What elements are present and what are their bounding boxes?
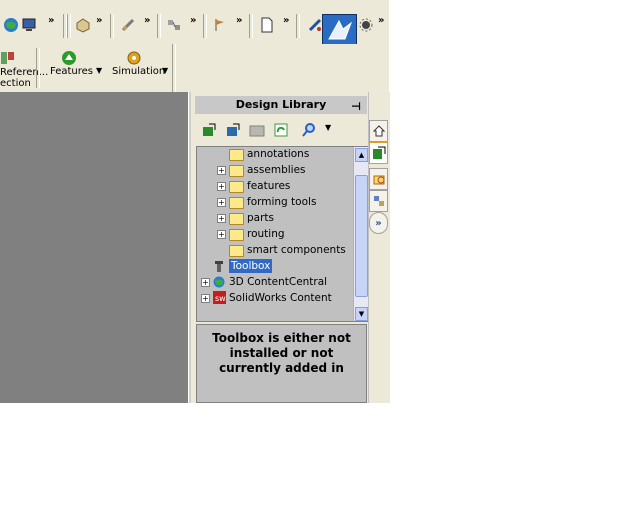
expand-icon[interactable]: + xyxy=(201,278,210,287)
panel-title-text: Design Library xyxy=(235,98,327,111)
tree-item-features[interactable]: + features xyxy=(197,179,347,193)
part-icon[interactable] xyxy=(72,14,94,36)
tree-item-label: smart components xyxy=(247,244,346,256)
scroll-down-icon[interactable]: ▼ xyxy=(355,307,368,321)
tree-item-assemblies[interactable]: + assemblies xyxy=(197,163,347,177)
tree-item-toolbox[interactable]: Toolbox xyxy=(197,259,347,273)
tree-item-smart-components[interactable]: smart components xyxy=(197,243,347,257)
globe-icon xyxy=(213,276,225,292)
search-dropdown-icon[interactable]: ▼ xyxy=(325,123,331,132)
graphics-area[interactable] xyxy=(0,92,188,403)
command-manager: Referen... ection Features ▼ Simulation … xyxy=(0,44,389,92)
folder-icon xyxy=(229,213,244,225)
toolbar-separator xyxy=(249,14,253,38)
expand-icon[interactable]: + xyxy=(217,166,226,175)
svg-text:sw: sw xyxy=(215,294,226,303)
flag-icon[interactable] xyxy=(209,14,231,36)
simulation-dropdown-icon[interactable]: ▼ xyxy=(162,66,168,75)
tree-item-parts[interactable]: + parts xyxy=(197,211,347,225)
toolbar-overflow-chevron[interactable]: » xyxy=(236,15,242,26)
expand-icon[interactable]: + xyxy=(217,214,226,223)
expand-icon[interactable]: + xyxy=(201,294,210,303)
tree-item-label: parts xyxy=(247,212,275,224)
tree-item-label: SolidWorks Content xyxy=(229,292,332,304)
design-library-tab-icon[interactable] xyxy=(369,142,388,164)
reference-geometry-label-line2: ection xyxy=(0,78,31,89)
tree-item-label: annotations xyxy=(247,148,310,160)
sketch-icon[interactable] xyxy=(117,14,139,36)
toolbar-overflow-chevron[interactable]: » xyxy=(96,15,102,26)
toolbar-separator xyxy=(110,14,114,38)
toolbar-overflow-chevron[interactable]: » xyxy=(378,15,384,26)
tree-item-label: Toolbox xyxy=(229,259,273,273)
toolbar-overflow-chevron[interactable]: » xyxy=(283,15,289,26)
tree-item-label: assemblies xyxy=(247,164,306,176)
features-dropdown-icon[interactable]: ▼ xyxy=(96,66,102,75)
tree-item-label: features xyxy=(247,180,291,192)
home-icon[interactable] xyxy=(369,120,388,142)
toolbar-overflow-chevron[interactable]: » xyxy=(190,15,196,26)
toolbar-separator xyxy=(67,14,71,38)
task-pane-tabs: » xyxy=(368,92,390,403)
toolbar-overflow-chevron[interactable]: » xyxy=(48,15,54,26)
toolbar-separator xyxy=(157,14,161,38)
scroll-up-icon[interactable]: ▲ xyxy=(355,148,368,162)
add-to-library-icon[interactable] xyxy=(201,122,217,141)
tree-item-label: forming tools xyxy=(247,196,317,208)
toolbox-icon xyxy=(213,260,225,276)
tree-item-solidworks-content[interactable]: + sw SolidWorks Content xyxy=(197,291,347,305)
assembly-icon[interactable] xyxy=(163,14,185,36)
panel-title: Design Library ⊣ xyxy=(195,96,367,114)
standard-toolbar: » » » » » » » xyxy=(0,0,389,46)
expand-more-icon[interactable]: » xyxy=(369,212,388,234)
toolbar-separator xyxy=(296,14,300,38)
tree-item-label: 3D ContentCentral xyxy=(229,276,328,288)
features-button[interactable]: Features xyxy=(50,66,93,77)
toolbar-separator xyxy=(36,48,40,88)
tree-scrollbar[interactable]: ▲ ▼ xyxy=(353,147,368,321)
expand-icon[interactable]: + xyxy=(217,198,226,207)
toolbar-separator xyxy=(172,44,176,92)
expand-icon[interactable]: + xyxy=(217,230,226,239)
add-file-location-icon[interactable] xyxy=(225,122,241,141)
folder-icon xyxy=(229,165,244,177)
toolbox-message: Toolbox is either not installed or not c… xyxy=(196,324,367,403)
folder-icon xyxy=(229,149,244,161)
design-library-icon[interactable] xyxy=(322,14,357,46)
sun-icon[interactable] xyxy=(355,14,377,36)
file-explorer-icon[interactable] xyxy=(369,168,388,190)
design-library-tree[interactable]: annotations + assemblies + features + fo… xyxy=(196,146,369,322)
panel-toolbar: ▼ xyxy=(195,116,367,144)
scrollbar-thumb[interactable] xyxy=(355,175,368,297)
reference-geometry-label[interactable]: Referen... xyxy=(0,67,48,78)
monitor-icon[interactable] xyxy=(18,14,40,36)
refresh-icon[interactable] xyxy=(273,122,289,141)
tree-item-3d-contentcentral[interactable]: + 3D ContentCentral xyxy=(197,275,347,289)
solidworks-icon: sw xyxy=(213,291,226,308)
pin-icon[interactable]: ⊣ xyxy=(351,98,361,116)
search-icon[interactable] xyxy=(301,122,317,141)
create-new-folder-icon[interactable] xyxy=(249,122,265,141)
folder-icon xyxy=(229,245,244,257)
expand-icon[interactable]: + xyxy=(217,182,226,191)
folder-icon xyxy=(229,229,244,241)
view-palette-icon[interactable] xyxy=(369,190,388,212)
new-document-icon[interactable] xyxy=(256,14,278,36)
tree-item-label: routing xyxy=(247,228,285,240)
design-library-panel: Design Library ⊣ ▼ annotations + assembl… xyxy=(189,92,371,403)
folder-icon xyxy=(229,181,244,193)
tree-item-routing[interactable]: + routing xyxy=(197,227,347,241)
toolbar-separator xyxy=(203,14,207,38)
tree-item-annotations[interactable]: annotations xyxy=(197,147,347,161)
tree-item-forming-tools[interactable]: + forming tools xyxy=(197,195,347,209)
folder-icon xyxy=(229,197,244,209)
simulation-button[interactable]: Simulation xyxy=(112,66,165,77)
toolbar-overflow-chevron[interactable]: » xyxy=(144,15,150,26)
